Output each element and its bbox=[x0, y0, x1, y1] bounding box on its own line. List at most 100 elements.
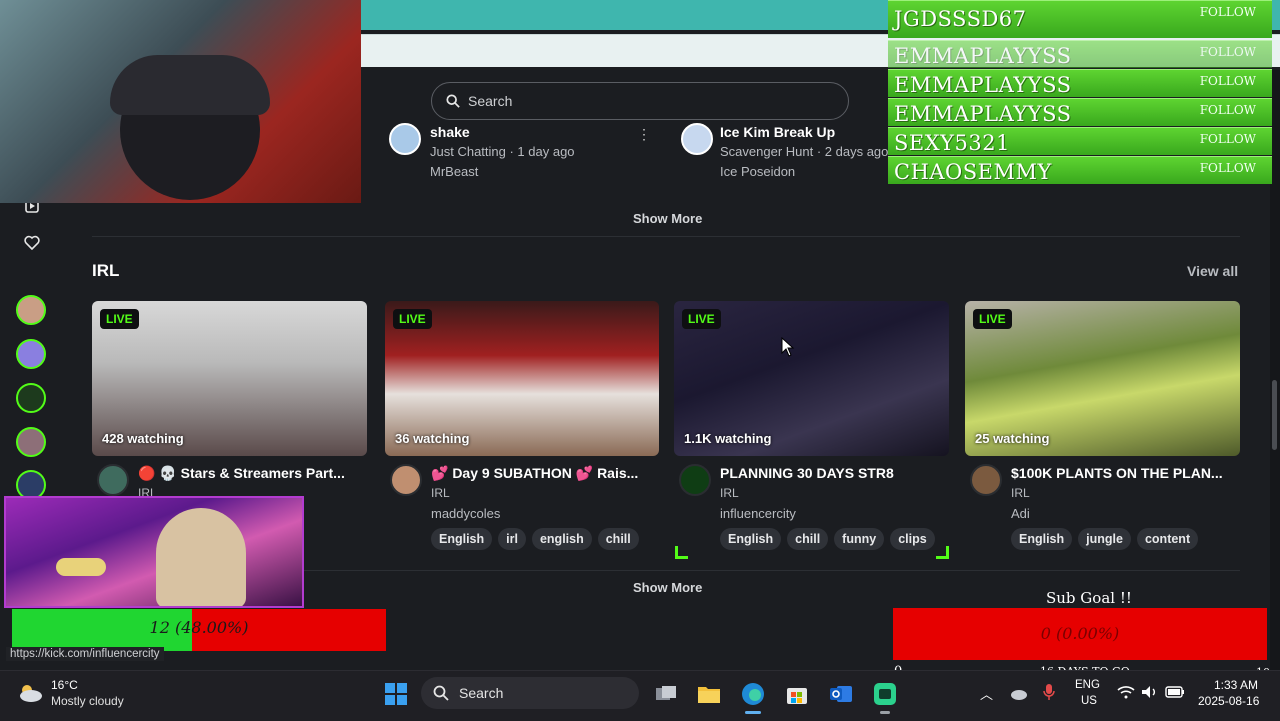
tag[interactable]: chill bbox=[787, 528, 829, 550]
more-options-icon[interactable]: ⋮ bbox=[637, 126, 651, 143]
language-indicator[interactable]: ENG bbox=[1075, 679, 1100, 691]
tag[interactable]: clips bbox=[890, 528, 935, 550]
microsoft-store-icon[interactable] bbox=[784, 681, 810, 707]
onedrive-icon[interactable] bbox=[1008, 685, 1028, 701]
heart-icon[interactable] bbox=[22, 232, 42, 252]
search-placeholder: Search bbox=[468, 93, 513, 109]
follow-label: FOLLOW bbox=[1199, 5, 1256, 19]
running-app-indicator bbox=[880, 711, 890, 714]
channel-avatar[interactable] bbox=[681, 123, 713, 155]
viewer-count: 36 watching bbox=[395, 431, 470, 446]
follower-name: EMMAPLAYYSS bbox=[894, 73, 1072, 97]
viewer-count: 1.1K watching bbox=[684, 431, 772, 446]
viewer-count: 25 watching bbox=[975, 431, 1050, 446]
stream-card[interactable]: LIVE 36 watching 💕 Day 9 SUBATHON 💕 Rais… bbox=[385, 301, 659, 550]
stream-thumbnail[interactable]: LIVE 1.1K watching bbox=[674, 301, 949, 456]
microphone-icon[interactable] bbox=[1043, 683, 1055, 701]
tag[interactable]: English bbox=[431, 528, 493, 550]
tag[interactable]: English bbox=[1011, 528, 1073, 550]
channel-name[interactable]: influencercity bbox=[720, 506, 796, 521]
view-all-link[interactable]: View all bbox=[1187, 263, 1238, 279]
follow-alert: EMMAPLAYYSS FOLLOW bbox=[888, 69, 1272, 97]
channel-name[interactable]: MrBeast bbox=[430, 164, 478, 179]
stream-category[interactable]: IRL bbox=[1011, 486, 1030, 500]
tag-list: English jungle content bbox=[1011, 528, 1199, 550]
stream-title[interactable]: shake bbox=[430, 124, 470, 140]
clock-date[interactable]: 2025-08-16 bbox=[1198, 694, 1259, 708]
section-divider bbox=[92, 236, 1240, 237]
show-more-button[interactable]: Show More bbox=[633, 580, 702, 595]
followed-channel-avatar[interactable] bbox=[16, 295, 46, 325]
channel-avatar[interactable] bbox=[970, 464, 1002, 496]
channel-name[interactable]: maddycoles bbox=[431, 506, 500, 521]
live-badge: LIVE bbox=[682, 309, 721, 329]
scrollbar-thumb[interactable] bbox=[1272, 380, 1277, 450]
stream-title[interactable]: Ice Kim Break Up bbox=[720, 124, 835, 140]
search-input[interactable]: Search bbox=[431, 82, 849, 120]
task-view-icon[interactable] bbox=[653, 681, 679, 707]
followed-channel-avatar[interactable] bbox=[16, 427, 46, 457]
highlight-corner bbox=[936, 546, 949, 559]
tag-list: English irl english chill bbox=[431, 528, 639, 550]
channel-name[interactable]: Ice Poseidon bbox=[720, 164, 795, 179]
stream-thumbnail[interactable]: LIVE 36 watching bbox=[385, 301, 659, 456]
guest-webcam bbox=[4, 496, 304, 608]
outlook-icon[interactable] bbox=[828, 681, 854, 707]
follower-name: JGDSSSD67 bbox=[894, 7, 1027, 31]
region-indicator[interactable]: US bbox=[1081, 695, 1097, 707]
channel-avatar[interactable] bbox=[390, 464, 422, 496]
weather-cloud-icon[interactable] bbox=[16, 681, 44, 705]
tag[interactable]: content bbox=[1136, 528, 1199, 550]
live-badge: LIVE bbox=[100, 309, 139, 329]
edge-browser-icon[interactable] bbox=[740, 681, 766, 707]
follow-label: FOLLOW bbox=[1199, 74, 1256, 88]
follow-label: FOLLOW bbox=[1199, 161, 1256, 175]
mouse-cursor-icon bbox=[781, 337, 795, 357]
taskbar-search[interactable]: Search bbox=[421, 677, 639, 709]
search-icon bbox=[446, 94, 460, 108]
channel-name[interactable]: Adi bbox=[1011, 506, 1030, 521]
show-more-button[interactable]: Show More bbox=[633, 211, 702, 226]
show-hidden-icons-icon[interactable]: ︿ bbox=[980, 684, 993, 703]
streaming-app-icon[interactable] bbox=[872, 681, 898, 707]
stream-category[interactable]: IRL bbox=[720, 486, 739, 500]
stream-title[interactable]: $100K PLANTS ON THE PLAN... bbox=[1011, 465, 1239, 481]
stream-meta: Just Chatting · 1 day ago bbox=[430, 144, 575, 159]
follow-label: FOLLOW bbox=[1199, 132, 1256, 146]
stream-card[interactable]: LIVE 428 watching 🔴 💀 Stars & Streamers … bbox=[92, 301, 367, 500]
tag[interactable]: chill bbox=[597, 528, 639, 550]
stream-thumbnail[interactable]: LIVE 428 watching bbox=[92, 301, 367, 456]
sub-goal-progress-text: 0 (0.00%) bbox=[1040, 624, 1120, 643]
follower-name: EMMAPLAYYSS bbox=[894, 44, 1072, 68]
clock-time[interactable]: 1:33 AM bbox=[1214, 678, 1258, 692]
followed-channel-avatar[interactable] bbox=[16, 339, 46, 369]
tag[interactable]: funny bbox=[834, 528, 885, 550]
file-explorer-icon[interactable] bbox=[696, 681, 722, 707]
channel-avatar[interactable] bbox=[97, 464, 129, 496]
tag[interactable]: English bbox=[720, 528, 782, 550]
stream-card[interactable]: LIVE 25 watching $100K PLANTS ON THE PLA… bbox=[965, 301, 1240, 550]
follow-alert: EMMAPLAYYSS FOLLOW bbox=[888, 98, 1272, 126]
sub-goal-title: Sub Goal !! bbox=[1046, 589, 1132, 607]
followed-channel-avatar[interactable] bbox=[16, 383, 46, 413]
wifi-icon[interactable] bbox=[1117, 685, 1135, 699]
start-menu-icon[interactable] bbox=[384, 682, 408, 706]
follow-alert: EMMAPLAYYSS FOLLOW bbox=[888, 40, 1272, 68]
follower-name: CHAOSEMMY bbox=[894, 160, 1052, 184]
tag[interactable]: english bbox=[531, 528, 592, 550]
stream-category[interactable]: IRL bbox=[431, 486, 450, 500]
channel-avatar[interactable] bbox=[389, 123, 421, 155]
weather-description[interactable]: Mostly cloudy bbox=[51, 694, 124, 708]
battery-icon[interactable] bbox=[1165, 686, 1185, 698]
channel-avatar[interactable] bbox=[679, 464, 711, 496]
tag[interactable]: irl bbox=[498, 528, 526, 550]
volume-icon[interactable] bbox=[1141, 685, 1159, 699]
stream-title[interactable]: 🔴 💀 Stars & Streamers Part... bbox=[138, 465, 366, 482]
stream-thumbnail[interactable]: LIVE 25 watching bbox=[965, 301, 1240, 456]
tag[interactable]: jungle bbox=[1078, 528, 1131, 550]
stream-card[interactable]: LIVE 1.1K watching PLANNING 30 DAYS STR8… bbox=[674, 301, 949, 550]
stream-title[interactable]: PLANNING 30 DAYS STR8 bbox=[720, 465, 948, 481]
stream-meta: Scavenger Hunt · 2 days ago bbox=[720, 144, 889, 159]
stream-title[interactable]: 💕 Day 9 SUBATHON 💕 Rais... bbox=[431, 465, 659, 482]
weather-temperature[interactable]: 16°C bbox=[51, 678, 78, 692]
